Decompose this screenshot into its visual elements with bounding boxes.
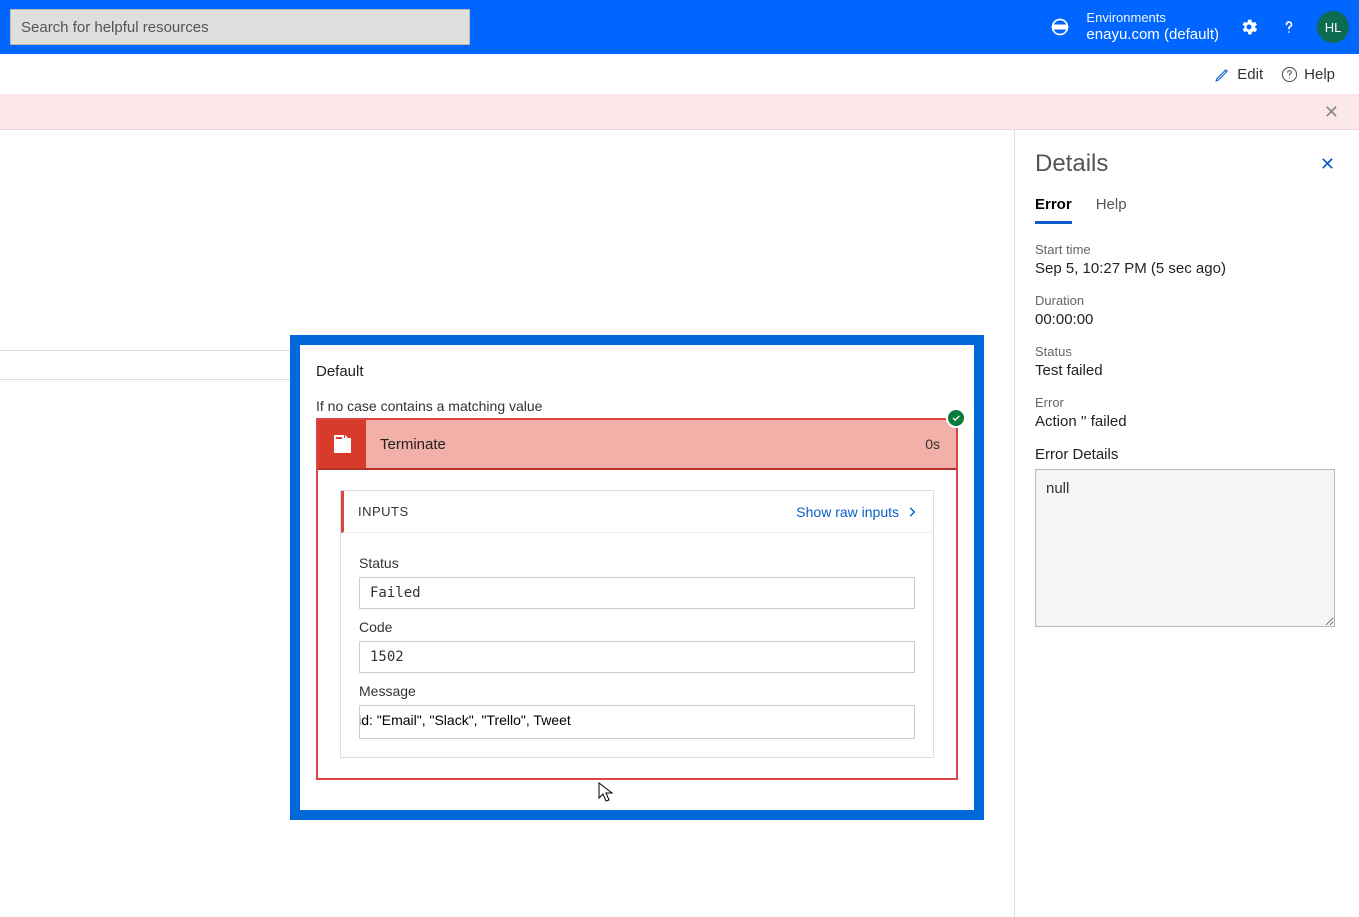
environments-label: Environments — [1086, 10, 1219, 26]
terminate-duration: 0s — [925, 436, 956, 452]
code-field[interactable] — [359, 641, 915, 673]
left-row-hint — [0, 350, 290, 380]
search-placeholder-text: Search for helpful resources — [21, 19, 209, 36]
terminate-label: Terminate — [366, 436, 925, 453]
status-value2: Test failed — [1035, 362, 1335, 379]
tab-help[interactable]: Help — [1096, 196, 1127, 224]
show-raw-inputs-link[interactable]: Show raw inputs — [796, 504, 919, 520]
default-title: Default — [316, 363, 958, 380]
avatar-initials: HL — [1325, 20, 1342, 35]
environment-value: enayu.com (default) — [1086, 26, 1219, 44]
duration-label: Duration — [1035, 293, 1335, 308]
edit-icon — [1214, 66, 1231, 83]
details-panel: Details ✕ Error Help Start time Sep 5, 1… — [1014, 130, 1359, 917]
terminate-icon — [318, 420, 366, 468]
inputs-title: INPUTS — [358, 504, 409, 519]
duration-value: 00:00:00 — [1035, 311, 1335, 328]
help-button[interactable]: Help — [1281, 66, 1335, 83]
error-value: Action '' failed — [1035, 413, 1335, 430]
tab-error[interactable]: Error — [1035, 196, 1072, 224]
environment-icon — [1050, 17, 1070, 37]
status-field[interactable] — [359, 577, 915, 609]
show-raw-label: Show raw inputs — [796, 504, 899, 520]
error-details-textarea[interactable]: null — [1035, 469, 1335, 627]
flow-default-card: Default If no case contains a matching v… — [290, 335, 984, 820]
message-text: of the following values stupid: "Email",… — [359, 712, 571, 728]
inputs-header: INPUTS Show raw inputs — [341, 491, 933, 533]
status-label2: Status — [1035, 344, 1335, 359]
details-title: Details — [1035, 150, 1108, 178]
edit-label: Edit — [1237, 66, 1263, 83]
help-circle-icon — [1281, 66, 1298, 83]
terminate-header[interactable]: Terminate 0s — [318, 420, 956, 470]
inputs-panel: INPUTS Show raw inputs Status Code Messa… — [340, 490, 934, 758]
app-header: Search for helpful resources Environment… — [0, 0, 1359, 54]
message-label: Message — [359, 683, 915, 699]
default-caption: If no case contains a matching value — [316, 398, 958, 414]
error-details-label: Error Details — [1035, 446, 1335, 463]
edit-button[interactable]: Edit — [1214, 66, 1263, 83]
avatar[interactable]: HL — [1317, 11, 1349, 43]
environment-selector[interactable]: Environments enayu.com (default) — [1050, 10, 1219, 44]
chevron-right-icon — [905, 505, 919, 519]
code-label: Code — [359, 619, 915, 635]
message-field[interactable]: of the following values stupid: "Email",… — [359, 705, 915, 739]
close-icon[interactable]: ✕ — [1324, 102, 1339, 123]
settings-icon[interactable] — [1239, 17, 1259, 37]
help-icon[interactable] — [1279, 17, 1299, 37]
help-label: Help — [1304, 66, 1335, 83]
canvas-area: Default If no case contains a matching v… — [0, 130, 1014, 917]
success-badge-icon — [946, 408, 966, 428]
status-label: Status — [359, 555, 915, 571]
search-input[interactable]: Search for helpful resources — [10, 9, 470, 45]
details-tabs: Error Help — [1035, 196, 1335, 224]
details-close-icon[interactable]: ✕ — [1320, 154, 1335, 175]
error-label: Error — [1035, 395, 1335, 410]
error-banner: ✕ — [0, 94, 1359, 130]
command-bar: Edit Help — [0, 54, 1359, 94]
start-time-label: Start time — [1035, 242, 1335, 257]
terminate-action: Terminate 0s INPUTS Show raw inputs — [316, 418, 958, 780]
start-time-value: Sep 5, 10:27 PM (5 sec ago) — [1035, 260, 1335, 277]
